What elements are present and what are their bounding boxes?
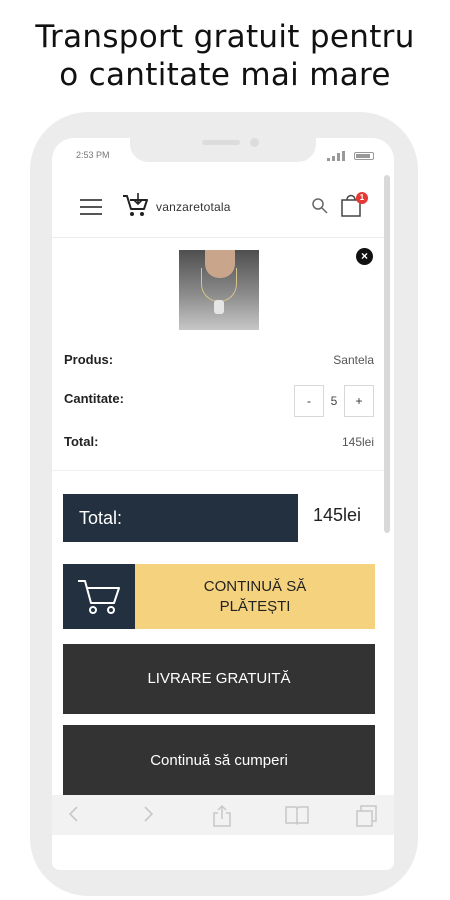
cart-count-badge: 1	[356, 192, 368, 204]
quantity-label: Cantitate:	[64, 391, 124, 406]
forward-icon[interactable]	[140, 804, 156, 824]
back-icon[interactable]	[66, 804, 82, 824]
order-total-amount: 145lei	[313, 505, 362, 525]
section-divider	[52, 470, 384, 471]
quantity-increase-button[interactable]: +	[344, 385, 374, 417]
front-camera	[250, 138, 259, 147]
app-header: vanzaretotala 1	[52, 182, 390, 238]
item-total-value: 145lei	[341, 435, 374, 449]
free-shipping-button[interactable]: LIVRARE GRATUITĂ	[63, 644, 375, 714]
speaker-grille	[202, 140, 240, 145]
remove-item-icon[interactable]: ×	[356, 248, 373, 265]
promo-headline-line1: Transport gratuit pentru	[35, 19, 415, 55]
phone-notch	[130, 132, 316, 162]
checkout-label-line2: PLĂTEȘTI	[219, 597, 291, 615]
tabs-icon[interactable]	[355, 804, 379, 828]
checkout-label[interactable]: CONTINUĂ SĂ PLĂTEȘTI	[135, 564, 375, 629]
product-image	[179, 250, 259, 330]
order-total-label: Total:	[63, 494, 298, 542]
scrollbar[interactable]	[384, 175, 390, 533]
checkout-cart-area[interactable]	[63, 564, 135, 629]
battery-icon	[354, 152, 374, 160]
product-label: Produs:	[64, 352, 114, 367]
brand-name[interactable]: vanzaretotala	[156, 200, 231, 214]
item-total-label: Total:	[64, 434, 99, 449]
cart-icon	[78, 580, 120, 614]
checkout-button[interactable]: CONTINUĂ SĂ PLĂTEȘTI	[63, 564, 375, 629]
product-value: Santela	[333, 353, 374, 367]
promo-headline-line2: o cantitate mai mare	[59, 57, 391, 93]
bookmarks-icon[interactable]	[284, 804, 310, 826]
search-icon[interactable]	[311, 197, 329, 215]
quantity-decrease-button[interactable]: -	[294, 385, 324, 417]
status-time: 2:53 PM	[76, 150, 110, 160]
logo-cart-icon[interactable]	[122, 192, 150, 218]
share-icon[interactable]	[211, 804, 233, 828]
quantity-value[interactable]: 5	[326, 394, 342, 408]
continue-shopping-button[interactable]: Continuă să cumperi	[63, 725, 375, 797]
promo-headline: Transport gratuit pentru o cantitate mai…	[0, 18, 450, 94]
checkout-label-line1: CONTINUĂ SĂ	[203, 577, 307, 595]
menu-icon[interactable]	[80, 199, 102, 215]
signal-icon	[327, 151, 345, 161]
